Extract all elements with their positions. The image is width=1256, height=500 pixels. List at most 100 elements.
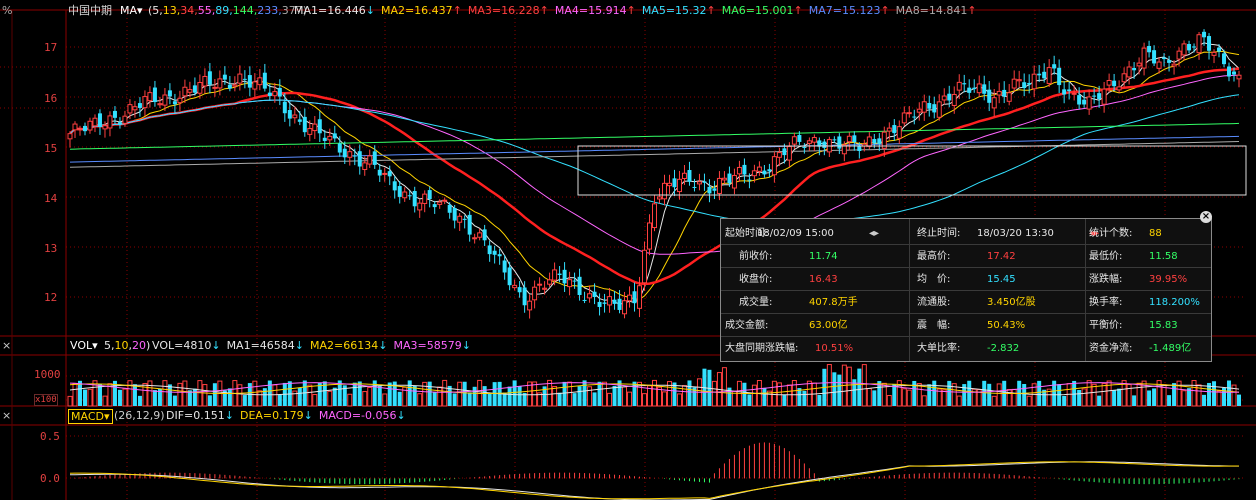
candle-body <box>197 82 203 94</box>
candle-body <box>1202 31 1207 38</box>
trend-arrow-icon: ↑ <box>880 4 890 17</box>
volume-bar <box>312 394 318 407</box>
candle-body <box>771 156 777 176</box>
stat-value: 16.43 <box>809 274 838 285</box>
volume-bar <box>1147 390 1152 406</box>
trend-arrow-icon: ↓ <box>224 409 234 422</box>
candle-body <box>982 84 987 94</box>
candle-body <box>877 138 882 144</box>
candle-body <box>1207 36 1212 51</box>
percent-toggle[interactable]: % <box>2 3 12 19</box>
candle-body <box>577 276 582 296</box>
close-icon[interactable]: × <box>2 338 11 354</box>
stat-value: -1.489亿 <box>1149 343 1192 354</box>
candle-body <box>1227 66 1232 77</box>
panel-divider <box>721 336 1211 337</box>
stat-value: 15.45 <box>987 274 1016 285</box>
volume-bar <box>872 390 877 406</box>
candle-body <box>1136 62 1142 67</box>
volume-bar <box>167 384 172 406</box>
candle-body <box>756 166 762 172</box>
candle-body <box>886 127 892 132</box>
ma-indicator-menu[interactable]: MA▾ <box>120 3 143 19</box>
candle-body <box>112 110 117 118</box>
close-icon[interactable]: × <box>2 408 11 424</box>
candle-body <box>362 162 368 170</box>
volume-bar <box>652 379 658 407</box>
trend-arrow-icon: ↓ <box>396 409 406 422</box>
volume-bar <box>267 380 272 406</box>
candle-body <box>272 91 278 97</box>
volume-bar <box>782 394 787 406</box>
candle-body <box>656 196 662 200</box>
volume-bar <box>932 380 937 406</box>
volume-bar <box>987 383 992 406</box>
candle-body <box>736 166 742 175</box>
candle-body <box>377 169 382 176</box>
volume-bar <box>72 383 78 407</box>
volume-bar <box>257 390 263 407</box>
vol-indicator-menu[interactable]: VOL▾ <box>70 338 98 354</box>
candle-body <box>322 137 327 141</box>
candle-body <box>92 117 98 127</box>
volume-bar <box>517 386 522 406</box>
vol-value-3: MA3=58579 <box>393 339 462 352</box>
volume-bar <box>242 395 247 406</box>
candle-body <box>1176 50 1182 60</box>
macd-value-2: MACD=-0.056 <box>318 409 397 422</box>
candle-body <box>77 128 83 131</box>
volume-bar <box>826 364 832 407</box>
volume-bar <box>921 395 927 407</box>
volume-bar <box>622 386 628 407</box>
candle-body <box>367 155 373 165</box>
volume-bar <box>397 391 402 406</box>
volume-bar <box>117 389 122 406</box>
candle-body <box>507 267 512 286</box>
candle-body <box>1022 82 1027 89</box>
macd-indicator-menu[interactable]: MACD▾ <box>68 409 113 424</box>
candle-body <box>1196 34 1202 54</box>
step-arrows-icon[interactable]: ◂▸ <box>869 222 879 246</box>
candle-body <box>307 128 313 135</box>
candle-body <box>262 72 267 89</box>
macd-value-0: DIF=0.151 <box>166 409 225 422</box>
candle-body <box>72 123 78 131</box>
candle-body <box>282 101 287 114</box>
candle-body <box>927 102 932 109</box>
volume-bar <box>1202 394 1207 406</box>
volume-bar <box>1112 390 1117 406</box>
candle-body <box>412 191 417 207</box>
price-tick-label: 17 <box>44 41 58 54</box>
candle-body <box>192 85 197 93</box>
macd-value-1: DEA=0.179 <box>239 409 304 422</box>
candle-body <box>292 114 298 119</box>
candle-body <box>107 115 113 129</box>
candle-body <box>1052 64 1057 69</box>
macd-values: DIF=0.151↓ DEA=0.179↓ MACD=-0.056↓ <box>166 408 412 424</box>
candle-body <box>257 77 263 86</box>
candle-body <box>1097 93 1102 100</box>
volume-bar <box>592 392 597 406</box>
close-icon[interactable]: × <box>1200 211 1212 223</box>
candle-body <box>472 237 478 240</box>
candle-body <box>122 115 128 124</box>
volume-bar <box>947 380 952 406</box>
candle-body <box>592 291 597 298</box>
candle-body <box>232 84 238 87</box>
candle-body <box>357 151 362 167</box>
candle-body <box>502 260 507 273</box>
ma-value-5: MA6=15.001 <box>721 4 794 17</box>
candle-body <box>237 73 243 84</box>
candle-body <box>941 95 947 101</box>
volume-bar <box>367 386 373 407</box>
panel-divider <box>721 313 1211 314</box>
volume-bar <box>1167 395 1172 406</box>
volume-bar <box>597 381 602 406</box>
volume-bar <box>1216 390 1222 407</box>
candle-body <box>1132 67 1137 71</box>
volume-bar <box>1062 395 1067 406</box>
volume-bar <box>227 388 232 406</box>
volume-bar <box>771 380 777 407</box>
volume-bar <box>552 386 558 407</box>
candle-body <box>1071 92 1077 95</box>
